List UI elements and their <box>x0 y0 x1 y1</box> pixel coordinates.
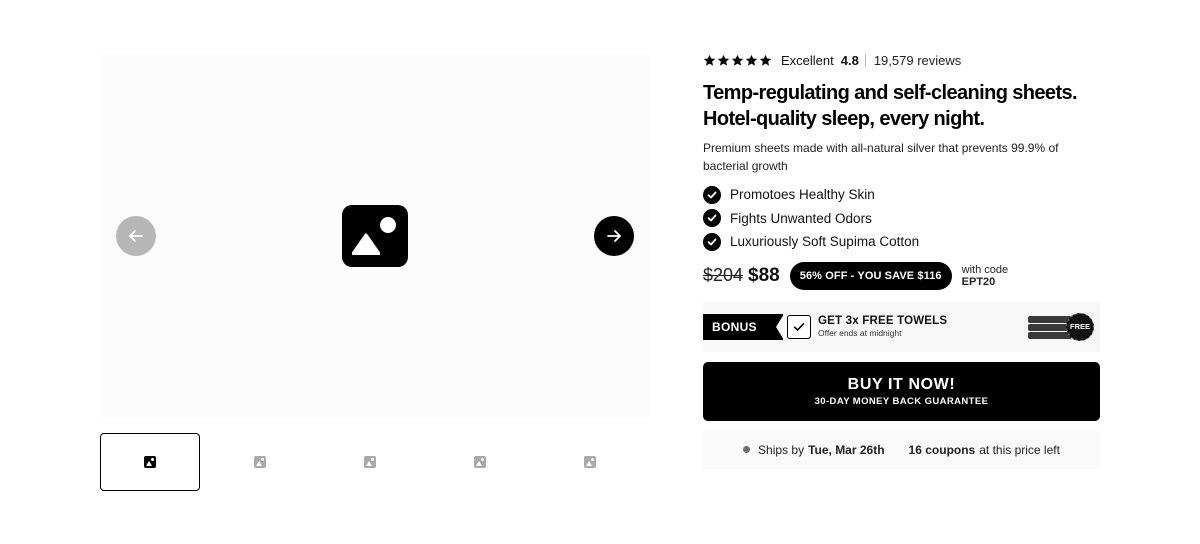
image-icon <box>144 456 156 468</box>
benefit-item: Promotoes Healthy Skin <box>703 183 1100 207</box>
title-line-1: Temp-regulating and self-cleaning sheets… <box>703 82 1078 104</box>
previous-image-button[interactable] <box>116 216 156 256</box>
status-dot-icon <box>743 446 751 453</box>
product-subtitle: Premium sheets made with all-natural sil… <box>703 141 1059 173</box>
bonus-subtitle: Offer ends at midnight <box>818 328 902 338</box>
image-icon <box>364 456 376 468</box>
promo-code-prefix: with code <box>961 263 1009 276</box>
title-line-2: Hotel-quality sleep, every night. <box>703 108 985 130</box>
check-circle-icon <box>703 185 721 204</box>
ship-date: Tue, Mar 26th <box>808 442 885 457</box>
benefit-item: Luxuriously Soft Supima Cotton <box>703 230 1100 254</box>
checkmark-icon <box>793 322 805 331</box>
benefit-label: Fights Unwanted Odors <box>730 210 872 226</box>
rating-score: 4.8 <box>840 52 859 68</box>
sale-price: $88 <box>748 264 780 286</box>
review-count[interactable]: 19,579 reviews <box>874 53 961 68</box>
bonus-tag: BONUS <box>703 313 784 340</box>
product-details: Excellent 4.8 19,579 reviews Temp-regula… <box>703 50 1100 469</box>
image-icon <box>474 456 486 468</box>
benefit-label: Luxuriously Soft Supima Cotton <box>730 234 920 250</box>
promo-code-value: EPT20 <box>961 275 996 288</box>
rating-summary[interactable]: Excellent 4.8 19,579 reviews <box>703 50 1100 70</box>
savings-badge: 56% OFF - YOU SAVE $116 <box>789 261 952 290</box>
shipping-info: Ships by Tue, Mar 26th 16 coupons at thi… <box>703 430 1100 469</box>
towels-image: FREE <box>1024 310 1094 344</box>
bonus-offer[interactable]: BONUS GET 3x FREE TOWELS Offer ends at m… <box>703 301 1100 352</box>
product-gallery <box>100 54 650 491</box>
rating-word: Excellent <box>781 52 834 68</box>
star-icon <box>745 54 758 66</box>
bonus-checkbox[interactable] <box>787 314 811 339</box>
image-placeholder-icon <box>342 205 408 267</box>
bonus-text: GET 3x FREE TOWELS Offer ends at midnigh… <box>818 315 947 338</box>
product-title: Temp-regulating and self-cleaning sheets… <box>703 80 1100 132</box>
image-icon <box>584 456 596 468</box>
thumbnail-strip <box>100 433 650 491</box>
coupons-suffix: at this price left <box>979 442 1060 457</box>
star-rating <box>703 54 773 67</box>
original-price: $204 <box>703 265 744 285</box>
thumbnail-4[interactable] <box>430 433 530 491</box>
divider <box>864 53 866 67</box>
benefit-item: Fights Unwanted Odors <box>703 207 1100 231</box>
check-circle-icon <box>703 209 721 228</box>
image-icon <box>254 456 266 468</box>
star-icon <box>703 54 716 66</box>
star-icon <box>759 54 772 66</box>
ships-by-label: Ships by <box>758 442 805 457</box>
check-circle-icon <box>703 232 721 251</box>
thumbnail-3[interactable] <box>320 433 420 491</box>
free-badge: FREE <box>1066 312 1094 341</box>
arrow-right-icon <box>607 230 621 242</box>
benefit-list: Promotoes Healthy Skin Fights Unwanted O… <box>703 183 1100 254</box>
thumbnail-5[interactable] <box>540 433 640 491</box>
star-icon <box>717 54 730 66</box>
thumbnail-1[interactable] <box>100 433 200 491</box>
next-image-button[interactable] <box>594 216 634 256</box>
arrow-left-icon <box>129 230 143 242</box>
promo-code: with code EPT20 <box>962 264 1008 288</box>
star-icon <box>731 54 744 66</box>
coupons-count: 16 coupons <box>908 442 976 457</box>
benefit-label: Promotoes Healthy Skin <box>730 187 875 203</box>
thumbnail-2[interactable] <box>210 433 310 491</box>
guarantee-label: 30-DAY MONEY BACK GUARANTEE <box>814 395 989 407</box>
price-row: $204 $88 56% OFF - YOU SAVE $116 with co… <box>703 260 1100 292</box>
bonus-title: GET 3x FREE TOWELS <box>818 315 948 327</box>
buy-now-button[interactable]: BUY IT NOW! 30-DAY MONEY BACK GUARANTEE <box>703 361 1100 421</box>
buy-now-label: BUY IT NOW! <box>847 375 956 393</box>
main-product-image <box>100 54 650 418</box>
